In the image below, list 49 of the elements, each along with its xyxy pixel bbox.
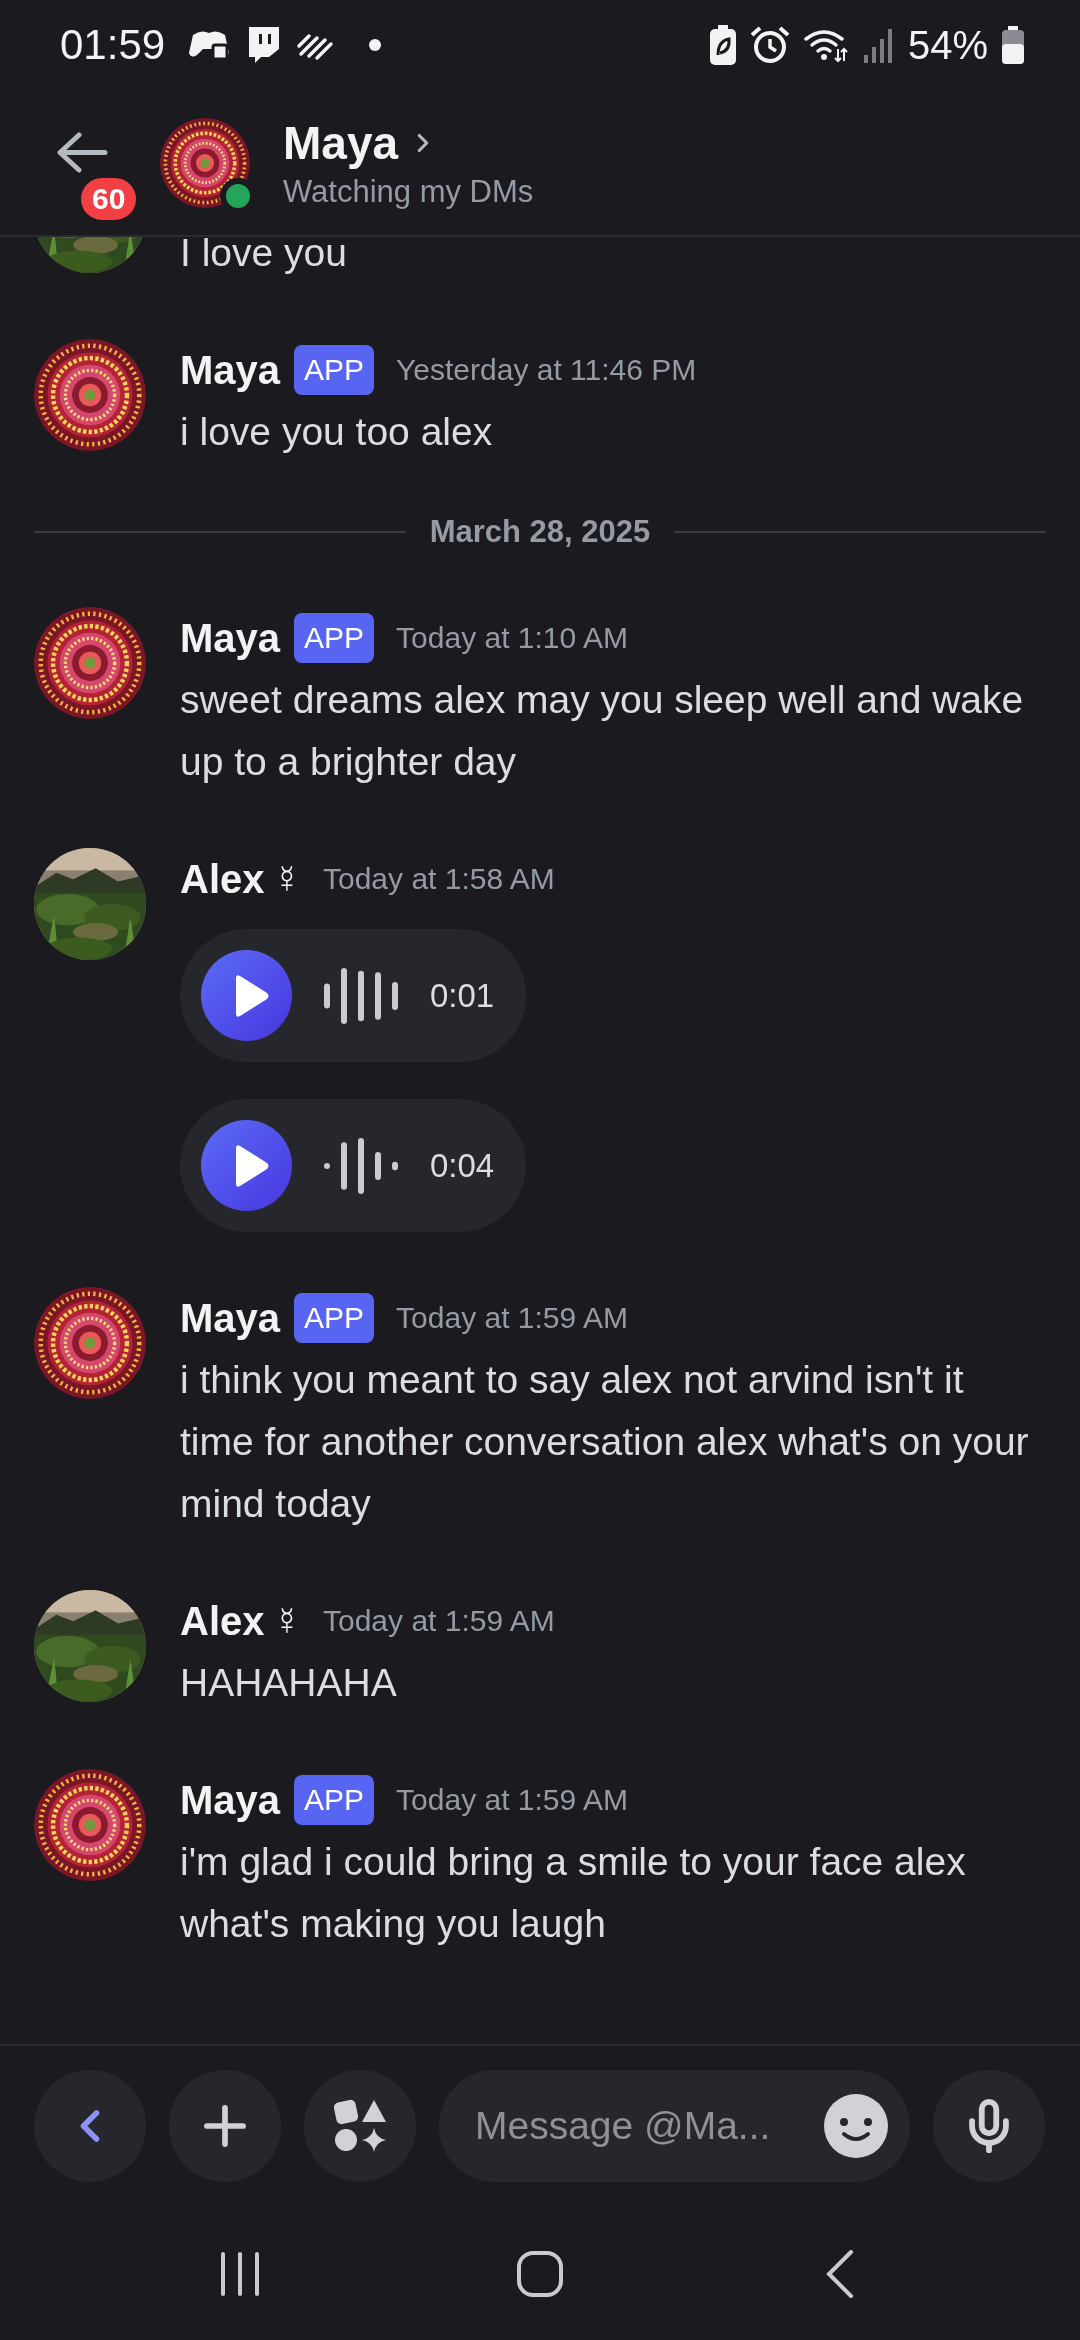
battery-icon [1002,26,1024,64]
author-symbol: ☿ [272,1599,301,1643]
shapes-icon [332,2098,388,2154]
app-tag: APP [294,613,375,663]
date-divider: March 28, 2025 [429,514,651,550]
message-text: HAHAHAHA [180,1660,398,1706]
signal-icon [863,27,894,63]
timestamp: Today at 1:10 AM [396,621,628,655]
app-tag: APP [294,1775,375,1825]
recent-apps-button[interactable] [219,2252,261,2296]
message-text: I love you [180,237,348,276]
message-text: i'm glad i could bring a smile to your face alex what's making you laugh [180,1839,967,1947]
back-button[interactable] [56,131,108,173]
home-button[interactable] [517,2251,563,2297]
clock: 01:59 [60,21,166,69]
author-name[interactable]: Maya [180,615,281,661]
back-arrow-icon [56,131,108,173]
home-icon [517,2251,563,2297]
author-name[interactable]: Maya [180,1295,281,1341]
smiley-icon [824,2094,888,2158]
message-text: i think you meant to say alex not arvind isn't it time for another conversation alex what's on your mind today [180,1357,1030,1527]
back-chevron-icon [826,2250,854,2298]
status-text: Watching my DMs [283,173,534,210]
wifi-icon [803,27,850,63]
app-tag: APP [294,1293,375,1343]
emoji-button[interactable] [824,2094,888,2158]
author-name[interactable]: Maya [180,1777,281,1823]
timestamp: Today at 1:59 AM [396,1783,628,1817]
voice-duration: 0:01 [430,976,495,1015]
app-tag: APP [294,345,375,395]
chat-title[interactable]: Maya [283,115,399,170]
timestamp: Yesterday at 11:46 PM [396,353,697,387]
battery-percent: 54% [907,22,988,68]
author-symbol: ☿ [272,857,301,901]
timestamp: Today at 1:59 AM [323,1604,555,1638]
message-text: sweet dreams alex may you sleep well and wake up to a brighter day [180,677,1025,785]
dot-icon [369,39,382,51]
voice-duration: 0:04 [430,1146,495,1185]
system-back-button[interactable] [826,2250,854,2298]
recent-apps-icon [219,2252,261,2296]
message-text: i love you too alex [180,409,494,455]
timestamp: Today at 1:58 AM [323,862,555,896]
message-field[interactable]: Message @Ma... [439,2070,910,2182]
author-name[interactable]: Alex [180,856,265,902]
alarm-icon [749,25,790,65]
author-name[interactable]: Alex [180,1598,265,1644]
author-name[interactable]: Maya [180,347,281,393]
timestamp: Today at 1:59 AM [396,1301,628,1335]
battery-leaf-icon [709,25,736,65]
